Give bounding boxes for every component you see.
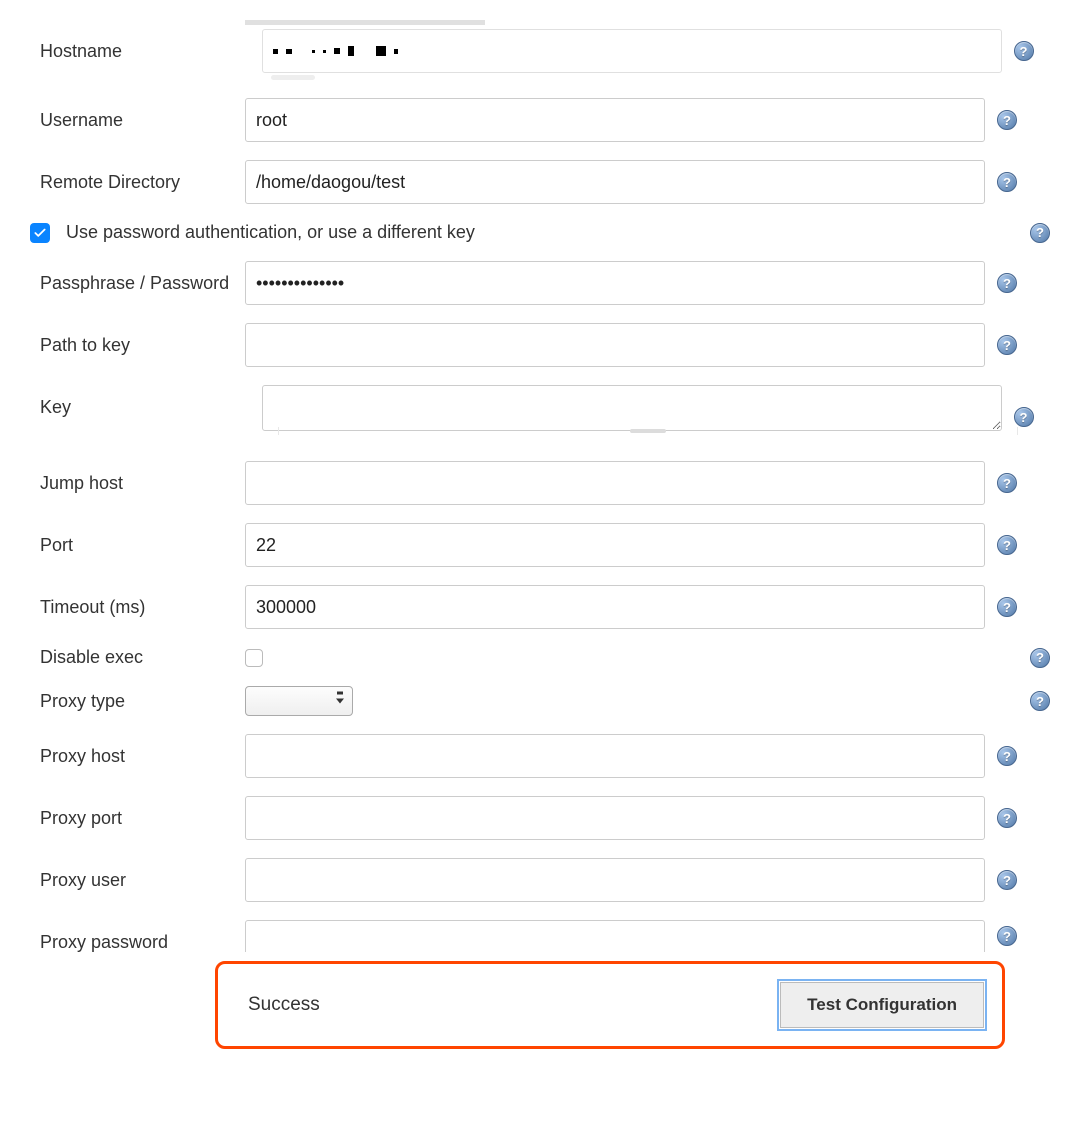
use-password-auth-label: Use password authentication, or use a di… [66,222,1018,243]
test-result-box: Success Test Configuration [215,961,1005,1049]
help-icon[interactable] [997,473,1017,493]
test-result-status: Success [248,994,320,1016]
help-icon[interactable] [997,746,1017,766]
proxy-user-label: Proxy user [30,858,245,891]
port-label: Port [30,523,245,556]
help-icon[interactable] [997,808,1017,828]
proxy-password-field[interactable] [245,920,985,952]
proxy-host-label: Proxy host [30,734,245,767]
help-icon[interactable] [997,110,1017,130]
port-field[interactable] [245,523,985,567]
proxy-password-label: Proxy password [30,920,245,953]
username-field[interactable] [245,98,985,142]
proxy-type-label: Proxy type [30,691,245,712]
hostname-field[interactable] [262,29,1002,73]
key-label: Key [30,385,245,418]
path-to-key-label: Path to key [30,323,245,356]
username-label: Username [30,98,245,131]
resize-handle[interactable] [278,427,1018,435]
use-password-auth-checkbox[interactable] [30,223,50,243]
disable-exec-checkbox[interactable] [245,649,263,667]
help-icon[interactable] [997,335,1017,355]
timeout-label: Timeout (ms) [30,585,245,618]
top-separator [245,20,485,25]
help-icon[interactable] [1014,41,1034,61]
path-to-key-field[interactable] [245,323,985,367]
help-icon[interactable] [997,597,1017,617]
help-icon[interactable] [1030,223,1050,243]
help-icon[interactable] [1014,407,1034,427]
help-icon[interactable] [997,926,1017,946]
help-icon[interactable] [1030,691,1050,711]
help-icon[interactable] [997,535,1017,555]
passphrase-field[interactable] [245,261,985,305]
proxy-port-field[interactable] [245,796,985,840]
help-icon[interactable] [997,172,1017,192]
proxy-host-field[interactable] [245,734,985,778]
help-icon[interactable] [1030,648,1050,668]
proxy-port-label: Proxy port [30,796,245,829]
ssh-config-form: Hostname Username [0,0,1080,1089]
remote-directory-field[interactable] [245,160,985,204]
remote-directory-label: Remote Directory [30,160,245,193]
test-configuration-button[interactable]: Test Configuration [780,982,984,1028]
proxy-user-field[interactable] [245,858,985,902]
jump-host-field[interactable] [245,461,985,505]
disable-exec-label: Disable exec [30,647,245,668]
timeout-field[interactable] [245,585,985,629]
passphrase-label: Passphrase / Password [30,261,245,294]
jump-host-label: Jump host [30,461,245,494]
proxy-type-select[interactable] [245,686,353,716]
help-icon[interactable] [997,273,1017,293]
hostname-label: Hostname [30,29,245,62]
help-icon[interactable] [997,870,1017,890]
key-field[interactable] [262,385,1002,431]
